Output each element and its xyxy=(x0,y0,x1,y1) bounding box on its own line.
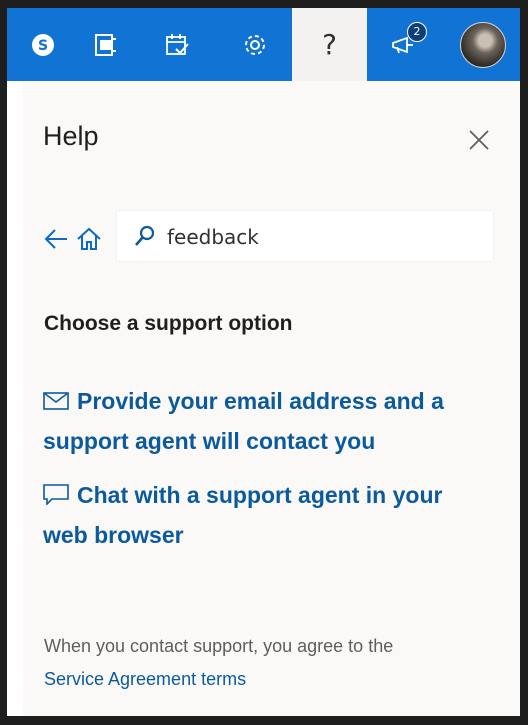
email-support-label: Provide your email address and a support… xyxy=(43,388,444,454)
my-day-button[interactable] xyxy=(141,8,213,81)
top-bar: S ? 2 xyxy=(7,8,520,81)
footer-text: When you contact support, you agree to t… xyxy=(44,636,394,656)
panel-title: Help xyxy=(43,121,99,151)
help-panel: Help feedback Choose a support option Pr… xyxy=(23,81,520,716)
skype-icon: S xyxy=(30,32,56,58)
back-button[interactable] xyxy=(42,225,70,253)
home-button[interactable] xyxy=(75,225,103,253)
chat-support-label: Chat with a support agent in your web br… xyxy=(43,482,443,548)
settings-button[interactable] xyxy=(219,8,291,81)
chat-icon xyxy=(43,478,69,516)
underlying-page xyxy=(7,81,24,716)
search-icon xyxy=(133,224,157,252)
help-icon: ? xyxy=(322,28,337,61)
account-button[interactable] xyxy=(445,8,520,81)
office-icon xyxy=(92,32,118,58)
search-box xyxy=(117,211,493,261)
service-agreement-link[interactable]: Service Agreement terms xyxy=(44,669,246,689)
window: S ? 2 Help feedback Choose a support opt… xyxy=(7,8,520,716)
footer-note: When you contact support, you agree to t… xyxy=(44,630,504,696)
email-support-link[interactable]: Provide your email address and a support… xyxy=(43,382,483,460)
whats-new-button[interactable]: 2 xyxy=(367,8,439,81)
notification-badge: 2 xyxy=(407,22,427,42)
avatar xyxy=(459,21,506,68)
close-icon xyxy=(466,130,492,157)
help-button[interactable]: ? xyxy=(292,8,367,81)
chat-support-link[interactable]: Chat with a support agent in your web br… xyxy=(43,476,483,554)
svg-text:S: S xyxy=(38,38,48,54)
mail-icon xyxy=(43,384,69,422)
search-input[interactable] xyxy=(165,221,479,253)
calendar-check-icon xyxy=(163,31,191,59)
gear-icon xyxy=(241,31,269,59)
section-title: Choose a support option xyxy=(44,312,293,335)
office-button[interactable] xyxy=(69,8,141,81)
arrow-left-icon xyxy=(42,229,70,257)
home-icon xyxy=(75,227,103,257)
close-button[interactable] xyxy=(466,127,492,153)
